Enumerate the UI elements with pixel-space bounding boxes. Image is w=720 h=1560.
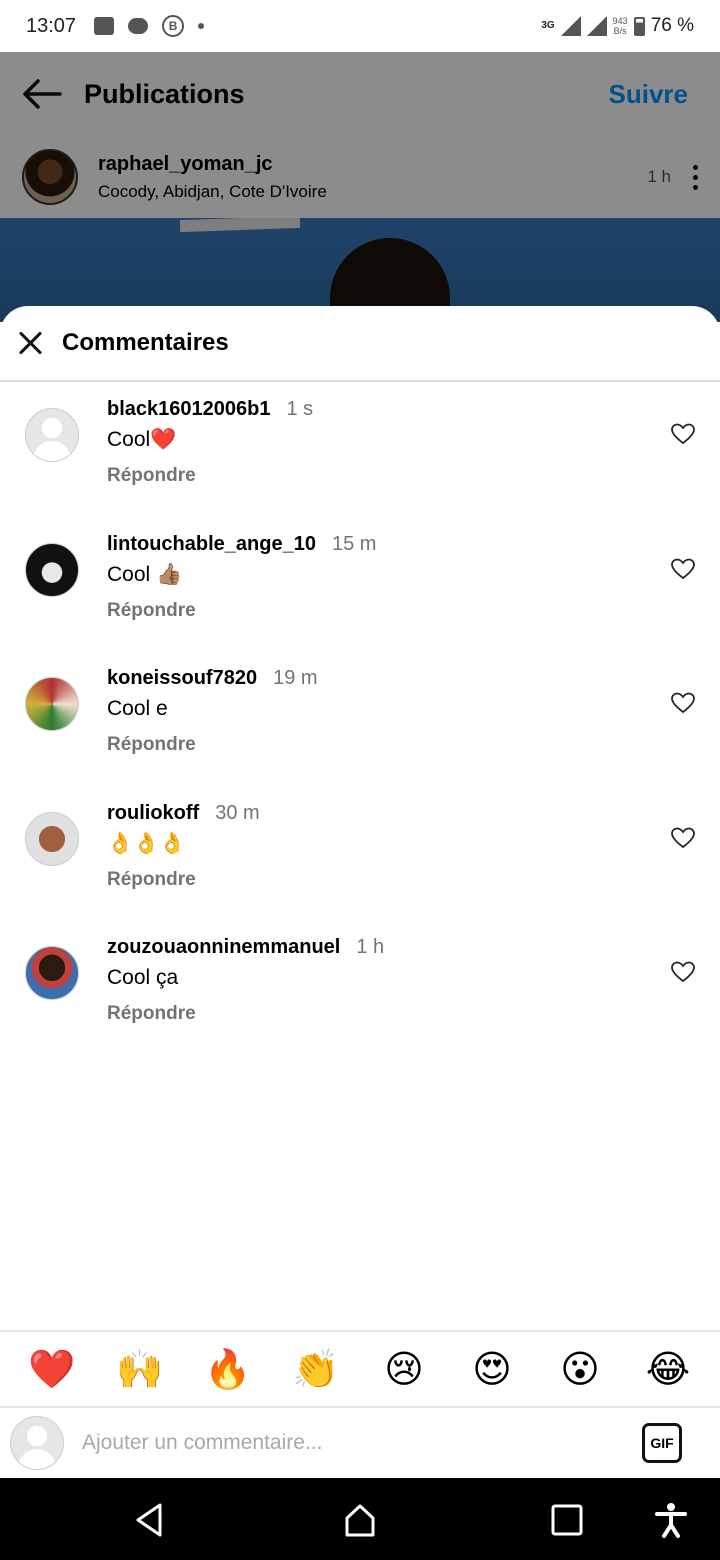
system-icons: 3G 943 B/s 76 % bbox=[541, 15, 694, 37]
comment-time: 15 m bbox=[331, 533, 377, 555]
emoji-heart[interactable]: ❤️ bbox=[26, 1347, 78, 1392]
battery-icon bbox=[633, 16, 645, 36]
commenter-username[interactable]: rouliokoff bbox=[107, 802, 199, 824]
heart-icon[interactable] bbox=[671, 827, 695, 849]
reply-button[interactable]: Répondre bbox=[107, 465, 196, 487]
emoji-fire[interactable]: 🔥 bbox=[202, 1347, 254, 1392]
home-nav-icon[interactable] bbox=[340, 1500, 380, 1540]
reply-button[interactable]: Répondre bbox=[107, 1003, 196, 1025]
comment-item: koneissouf7820 19 m Cool e Répondre bbox=[0, 667, 720, 797]
comment-input[interactable] bbox=[82, 1431, 642, 1455]
current-user-avatar bbox=[10, 1416, 64, 1470]
comment-time: 1 s bbox=[286, 398, 314, 420]
system-nav-bar bbox=[0, 1478, 720, 1560]
comment-item: zouzouaonninemmanuel 1 h Cool ça Répondre bbox=[0, 936, 720, 1066]
commenter-username[interactable]: black16012006b1 bbox=[107, 398, 270, 420]
status-time: 13:07 bbox=[26, 14, 77, 37]
status-bar: 13:07 B 3G 943 B/s 76 % bbox=[0, 0, 720, 52]
commenter-username[interactable]: lintouchable_ange_10 bbox=[107, 533, 316, 555]
emoji-crying[interactable]: 😢 bbox=[378, 1347, 430, 1391]
sheet-title: Commentaires bbox=[62, 329, 229, 356]
accessibility-icon[interactable] bbox=[651, 1500, 691, 1540]
comment-text: 👌👌👌 bbox=[107, 832, 186, 855]
comment-text: Cool ça bbox=[107, 966, 179, 989]
recents-nav-icon[interactable] bbox=[547, 1500, 587, 1540]
sheet-header: Commentaires bbox=[0, 306, 720, 382]
signal-icon bbox=[560, 16, 581, 36]
heart-icon[interactable] bbox=[671, 423, 695, 445]
back-nav-icon[interactable] bbox=[130, 1500, 170, 1540]
comment-time: 30 m bbox=[215, 802, 260, 824]
close-icon[interactable] bbox=[18, 330, 44, 356]
reply-button[interactable]: Répondre bbox=[107, 734, 196, 756]
emoji-laughing[interactable]: 😂 bbox=[642, 1347, 694, 1391]
commenter-avatar[interactable] bbox=[25, 812, 79, 866]
message-icon bbox=[128, 18, 149, 34]
battery-level: 76 % bbox=[650, 15, 694, 36]
emoji-clapping[interactable]: 👏 bbox=[290, 1347, 342, 1392]
network-type: 3G bbox=[541, 20, 555, 31]
comment-item: lintouchable_ange_10 15 m Cool 👍🏽 Répondr… bbox=[0, 533, 720, 663]
business-icon: B bbox=[162, 15, 185, 37]
commenter-avatar[interactable] bbox=[25, 946, 79, 1000]
more-notifications-icon bbox=[198, 23, 205, 29]
emoji-heart-eyes[interactable]: 😍 bbox=[466, 1347, 518, 1391]
heart-icon[interactable] bbox=[671, 692, 695, 714]
comment-text: Cool 👍🏽 bbox=[107, 563, 183, 586]
commenter-avatar[interactable] bbox=[25, 543, 79, 597]
signal-icon-2 bbox=[586, 16, 607, 36]
comment-item: rouliokoff 30 m 👌👌👌 Répondre bbox=[0, 802, 720, 932]
reply-button[interactable]: Répondre bbox=[107, 869, 196, 891]
dim-overlay[interactable] bbox=[0, 52, 720, 322]
gif-button[interactable]: GIF bbox=[642, 1423, 682, 1463]
comment-item: black16012006b1 1 s Cool❤️ Répondre bbox=[0, 398, 720, 528]
comment-text: Cool e bbox=[107, 697, 168, 720]
heart-icon[interactable] bbox=[671, 558, 695, 580]
emoji-surprised[interactable]: 😮 bbox=[554, 1347, 606, 1391]
comment-time: 19 m bbox=[273, 667, 318, 689]
comment-time: 1 h bbox=[356, 936, 385, 958]
comment-composer: GIF bbox=[0, 1408, 720, 1478]
emoji-reaction-bar: ❤️ 🙌 🔥 👏 😢 😍 😮 😂 bbox=[0, 1330, 720, 1408]
reply-button[interactable]: Répondre bbox=[107, 600, 196, 622]
speed-value: 943 bbox=[612, 16, 628, 26]
emoji-raising-hands[interactable]: 🙌 bbox=[114, 1347, 166, 1392]
speed-unit: B/s bbox=[613, 26, 627, 36]
network-speed: 943 B/s bbox=[613, 16, 628, 36]
gallery-icon bbox=[94, 17, 115, 35]
comment-text: Cool❤️ bbox=[107, 428, 177, 451]
commenter-username[interactable]: koneissouf7820 bbox=[107, 667, 257, 689]
heart-icon[interactable] bbox=[671, 961, 695, 983]
commenter-username[interactable]: zouzouaonninemmanuel bbox=[107, 936, 340, 958]
commenter-avatar[interactable] bbox=[25, 408, 79, 462]
notification-icons: B bbox=[94, 15, 205, 37]
commenter-avatar[interactable] bbox=[25, 677, 79, 731]
